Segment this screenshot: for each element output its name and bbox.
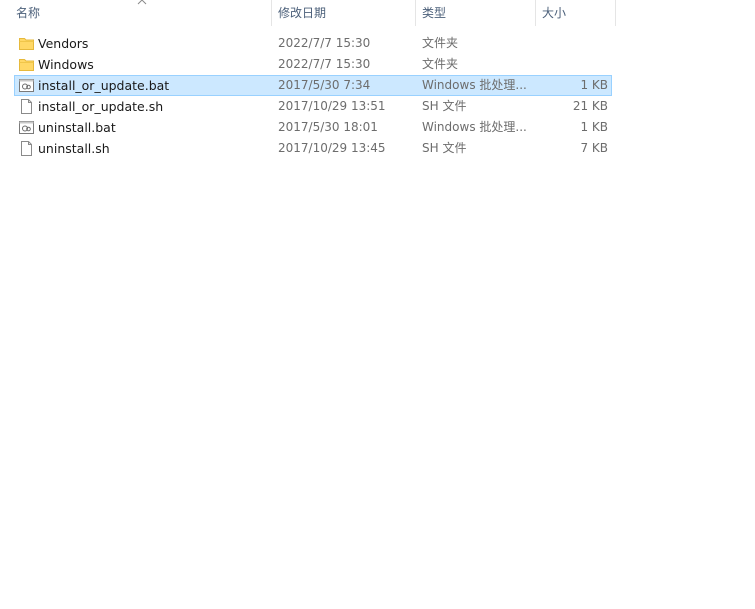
- file-icon: [18, 140, 35, 157]
- file-name: uninstall.sh: [38, 141, 110, 156]
- file-size: 1 KB: [580, 78, 608, 92]
- file-modified-date: 2017/10/29 13:45: [278, 141, 386, 155]
- file-name: Vendors: [38, 36, 89, 51]
- file-type: SH 文件: [422, 141, 467, 155]
- column-header-size-label: 大小: [542, 6, 567, 20]
- file-type: SH 文件: [422, 99, 467, 113]
- file-size: 21 KB: [572, 99, 608, 113]
- file-row-vendors[interactable]: Vendors 2022/7/7 15:30 文件夹: [14, 33, 612, 54]
- column-header-date-label: 修改日期: [278, 6, 327, 20]
- folder-icon: [18, 56, 35, 73]
- file-type: Windows 批处理...: [422, 120, 527, 134]
- file-list: Vendors 2022/7/7 15:30 文件夹 Windows 2022/…: [14, 33, 612, 159]
- file-modified-date: 2017/5/30 7:34: [278, 78, 371, 92]
- folder-icon: [18, 35, 35, 52]
- file-name: install_or_update.sh: [38, 99, 164, 114]
- file-row-install-or-update-sh[interactable]: install_or_update.sh 2017/10/29 13:51 SH…: [14, 96, 612, 117]
- column-header-size[interactable]: 大小: [536, 0, 616, 26]
- file-type: 文件夹: [422, 36, 459, 50]
- file-name: install_or_update.bat: [38, 78, 170, 93]
- file-modified-date: 2022/7/7 15:30: [278, 36, 371, 50]
- file-row-uninstall-sh[interactable]: uninstall.sh 2017/10/29 13:45 SH 文件 7 KB: [14, 138, 612, 159]
- column-header-bar: 名称 修改日期 类型 大小: [0, 0, 616, 26]
- file-size: [537, 34, 608, 53]
- column-header-type[interactable]: 类型: [416, 0, 536, 26]
- column-header-name[interactable]: 名称: [10, 0, 272, 26]
- file-type: Windows 批处理...: [422, 78, 527, 92]
- file-modified-date: 2022/7/7 15:30: [278, 57, 371, 71]
- file-size: [537, 55, 608, 74]
- file-modified-date: 2017/5/30 18:01: [278, 120, 378, 134]
- batch-file-icon: [18, 119, 35, 136]
- column-header-type-label: 类型: [422, 6, 447, 20]
- file-modified-date: 2017/10/29 13:51: [278, 99, 386, 113]
- column-header-date[interactable]: 修改日期: [272, 0, 416, 26]
- file-name: uninstall.bat: [38, 120, 116, 135]
- file-row-windows[interactable]: Windows 2022/7/7 15:30 文件夹: [14, 54, 612, 75]
- file-row-uninstall-bat[interactable]: uninstall.bat 2017/5/30 18:01 Windows 批处…: [14, 117, 612, 138]
- file-size: 7 KB: [580, 141, 608, 155]
- file-explorer-details-view: 名称 修改日期 类型 大小 Vendors 2022/7/7 15:30 文件夹: [0, 0, 755, 609]
- file-type: 文件夹: [422, 57, 459, 71]
- batch-file-icon: [18, 77, 35, 94]
- file-size: 1 KB: [580, 120, 608, 134]
- column-header-name-label: 名称: [16, 6, 41, 20]
- file-row-install-or-update-bat[interactable]: install_or_update.bat 2017/5/30 7:34 Win…: [14, 75, 612, 96]
- file-name: Windows: [38, 57, 94, 72]
- file-icon: [18, 98, 35, 115]
